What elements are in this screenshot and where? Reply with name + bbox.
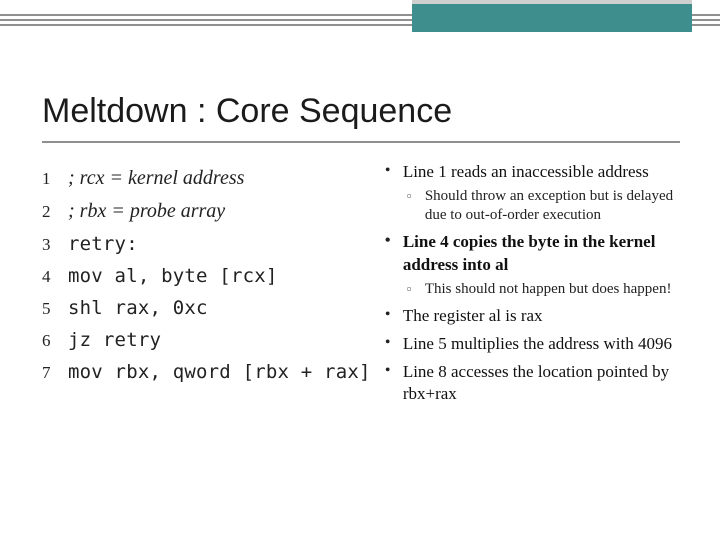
sub-bullet-text: Should throw an exception but is delayed…: [425, 188, 673, 223]
code-text: retry:: [68, 233, 138, 255]
code-text: jz retry: [68, 329, 161, 351]
content-area: 1 ; rcx = kernel address 2 ; rbx = probe…: [0, 143, 720, 411]
bullet-text: The register al is rax: [403, 306, 543, 325]
bullet-text: Line 1 reads an inaccessible address: [403, 162, 649, 181]
page-title: Meltdown : Core Sequence: [42, 92, 720, 131]
header-decoration: [0, 0, 720, 46]
bullet-1: Line 1 reads an inaccessible address Sho…: [385, 161, 686, 225]
code-line-1: 1 ; rcx = kernel address: [42, 167, 379, 190]
bullet-text: Line 5 multiplies the address with 4096: [403, 334, 672, 353]
code-listing: 1 ; rcx = kernel address 2 ; rbx = probe…: [42, 161, 379, 411]
line-number: 5: [42, 299, 68, 319]
slide: Meltdown : Core Sequence 1 ; rcx = kerne…: [0, 0, 720, 540]
line-number: 7: [42, 363, 68, 383]
sub-bullet-1: Should throw an exception but is delayed…: [407, 187, 686, 225]
code-line-3: 3 retry:: [42, 233, 379, 255]
code-text: shl rax, 0xc: [68, 297, 208, 319]
line-number: 1: [42, 169, 68, 189]
bullet-3: The register al is rax: [385, 305, 686, 327]
line-number: 2: [42, 202, 68, 222]
bullet-text: Line 4 copies the byte in the kernel add…: [403, 232, 656, 273]
code-line-2: 2 ; rbx = probe array: [42, 200, 379, 223]
code-line-4: 4 mov al, byte [rcx]: [42, 265, 379, 287]
line-number: 3: [42, 235, 68, 255]
header-accent-block: [412, 0, 692, 32]
line-number: 4: [42, 267, 68, 287]
line-number: 6: [42, 331, 68, 351]
code-text: ; rbx = probe array: [68, 200, 225, 223]
bullet-4: Line 5 multiplies the address with 4096: [385, 333, 686, 355]
bullet-text: Line 8 accesses the location pointed by …: [403, 362, 669, 403]
code-text: mov rbx, qword [rbx + rax]: [68, 361, 371, 383]
code-line-7: 7 mov rbx, qword [rbx + rax]: [42, 361, 379, 383]
bullet-5: Line 8 accesses the location pointed by …: [385, 361, 686, 405]
code-line-5: 5 shl rax, 0xc: [42, 297, 379, 319]
code-line-6: 6 jz retry: [42, 329, 379, 351]
code-text: ; rcx = kernel address: [68, 167, 244, 190]
bullet-2: Line 4 copies the byte in the kernel add…: [385, 231, 686, 298]
code-text: mov al, byte [rcx]: [68, 265, 278, 287]
sub-bullet-2: This should not happen but does happen!: [407, 280, 686, 299]
sub-bullet-text: This should not happen but does happen!: [425, 281, 672, 297]
explanation-list: Line 1 reads an inaccessible address Sho…: [379, 161, 686, 411]
